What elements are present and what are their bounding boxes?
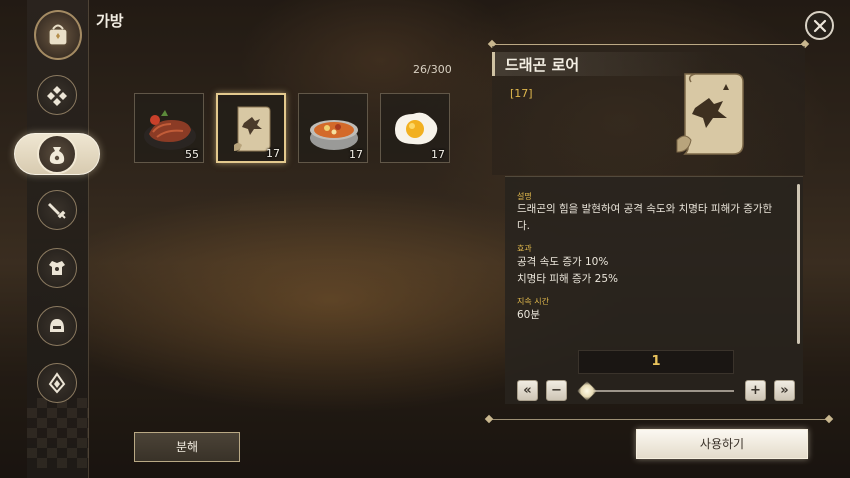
inventory-count: 26/300	[413, 63, 452, 76]
bag-emblem-icon	[34, 10, 82, 60]
slot-quantity: 17	[349, 148, 363, 161]
sword-icon	[48, 203, 66, 219]
slot-quantity: 17	[431, 148, 445, 161]
panel-divider-top	[492, 44, 805, 45]
quantity-max-button[interactable]: »	[774, 380, 795, 401]
slot-quantity: 55	[185, 148, 199, 161]
quantity-display: 1	[578, 350, 734, 374]
description-line-1: 드래곤의 힘을 발현하여 공격 속도와 치명타 피해가 증가한	[517, 203, 773, 215]
effect-label: 효과	[517, 244, 532, 253]
inventory-slot-steak[interactable]: 55	[134, 93, 204, 163]
potion-pouch-icon	[49, 147, 65, 164]
slot-quantity: 17	[266, 147, 280, 160]
item-level: [17]	[510, 87, 533, 100]
panel-divider-bottom	[486, 419, 832, 420]
dismantle-button[interactable]: 분해	[134, 432, 240, 462]
item-name: 드래곤 로어	[505, 56, 580, 74]
effect-line-1: 공격 속도 증가 10%	[517, 256, 609, 268]
nav-armor[interactable]	[37, 248, 77, 288]
quantity-slider-track[interactable]	[587, 390, 734, 392]
nav-accessories[interactable]	[37, 306, 77, 346]
category-sidebar	[27, 0, 89, 478]
duration-value: 60분	[517, 309, 541, 321]
inventory-slot-stew[interactable]: 17	[298, 93, 368, 163]
helmet-icon	[50, 319, 64, 332]
description-line-2: 다.	[517, 220, 530, 232]
sidebar-pattern	[27, 398, 89, 468]
nav-materials[interactable]	[37, 363, 77, 403]
close-icon	[813, 19, 826, 32]
close-button[interactable]	[805, 11, 834, 40]
nav-weapons[interactable]	[37, 190, 77, 230]
inventory-slot-egg[interactable]: 17	[380, 93, 450, 163]
page-title: 가방	[96, 12, 124, 30]
quantity-min-button[interactable]: «	[517, 380, 538, 401]
effect-line-2: 치명타 피해 증가 25%	[517, 273, 618, 285]
scroll-large-icon	[676, 73, 744, 155]
inventory-slot-scroll[interactable]: 17	[216, 93, 286, 163]
quantity-plus-button[interactable]: +	[745, 380, 766, 401]
nav-all-items[interactable]	[37, 75, 77, 115]
use-button[interactable]: 사용하기	[636, 429, 808, 459]
crystal-icon	[48, 372, 66, 394]
armor-icon	[49, 261, 65, 275]
nav-consumables[interactable]	[37, 134, 77, 174]
diamond-cluster-icon	[47, 86, 67, 106]
description-scrollbar[interactable]	[797, 184, 800, 344]
quantity-minus-button[interactable]: −	[546, 380, 567, 401]
duration-label: 지속 시간	[517, 297, 549, 306]
